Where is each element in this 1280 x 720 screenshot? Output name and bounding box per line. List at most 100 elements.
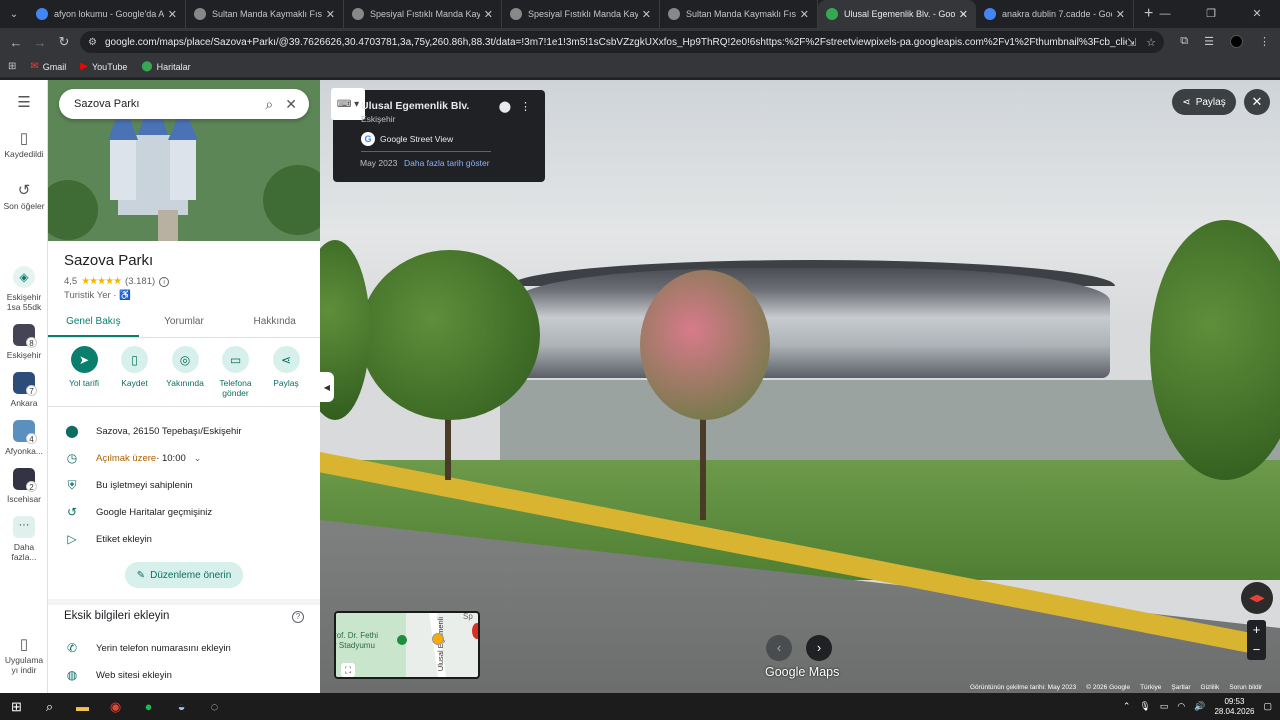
chevron-up-icon[interactable]: ⌃: [1123, 701, 1131, 712]
close-tab-icon[interactable]: ✕: [800, 8, 809, 21]
window-close-icon[interactable]: ✕: [1234, 0, 1280, 28]
mini-map[interactable]: rof. Dr. Fethi r Stadyumu Ulusal Egemenl…: [334, 611, 480, 679]
star-icon[interactable]: ☆: [1146, 36, 1156, 49]
review-count[interactable]: (3.181): [125, 276, 155, 287]
browser-tab[interactable]: Spesiyal Fıstıklı Manda Kaymak✕: [502, 0, 660, 28]
rail-recent[interactable]: ↺ Son öğeler: [0, 183, 48, 211]
add-label-row[interactable]: ▷ Etiket ekleyin: [64, 532, 308, 546]
more-dates-link[interactable]: Daha fazla tarih göster: [404, 158, 490, 168]
wifi-icon[interactable]: ◠: [1177, 701, 1185, 712]
close-tab-icon[interactable]: ✕: [168, 8, 177, 21]
bookmark-gmail[interactable]: ✉ Gmail: [30, 61, 66, 72]
add-website-row[interactable]: ◍ Web sitesi ekleyin: [64, 668, 308, 682]
maximize-icon[interactable]: ❐: [1188, 0, 1234, 28]
zoom-out-button[interactable]: −: [1247, 640, 1266, 660]
add-phone-row[interactable]: ✆ Yerin telefon numarasını ekleyin: [64, 641, 308, 655]
close-tab-icon[interactable]: ✕: [326, 8, 335, 21]
more-vert-icon[interactable]: ⋮: [520, 100, 531, 113]
location-pin-icon[interactable]: ⬤: [499, 100, 511, 113]
rail-saved[interactable]: ▯ Kaydedildi: [0, 131, 48, 159]
chrome-icon[interactable]: ◉: [99, 699, 132, 715]
share-button[interactable]: ⋖ Paylaş: [1172, 89, 1236, 115]
next-arrow-button[interactable]: ›: [806, 635, 832, 661]
media-icon[interactable]: ☰: [1204, 35, 1214, 48]
close-tab-icon[interactable]: ✕: [642, 8, 651, 21]
microphone-icon[interactable]: 🎙: [1139, 701, 1150, 712]
chevron-down-icon[interactable]: ⌄: [194, 453, 202, 464]
extensions-icon[interactable]: ⧉: [1180, 35, 1188, 48]
search-icon[interactable]: ⌕: [33, 699, 66, 715]
bookmark-youtube[interactable]: ▶ YouTube: [80, 61, 127, 72]
address-bar[interactable]: ⚙ google.com/maps/place/Sazova+Parkı/@39…: [80, 31, 1164, 53]
minimize-icon[interactable]: —: [1142, 0, 1188, 28]
zoom-in-button[interactable]: +: [1247, 620, 1266, 640]
steam-icon[interactable]: ◒: [165, 699, 198, 714]
app-icon[interactable]: ◌: [198, 699, 231, 714]
map-footer: Görüntünün çekilme tarihi: May 2023 © 20…: [970, 684, 1263, 691]
suggest-edit-button[interactable]: ✎ Düzenleme önerin: [125, 562, 243, 588]
search-icon[interactable]: ⌕: [265, 96, 273, 113]
close-tab-icon[interactable]: ✕: [959, 8, 968, 21]
pegman-icon[interactable]: [432, 633, 444, 645]
volume-icon[interactable]: 🔊: [1194, 701, 1205, 712]
rail-item-ankara[interactable]: 7 Ankara: [0, 372, 48, 408]
forward-icon[interactable]: →: [28, 35, 52, 50]
browser-tab[interactable]: anakra dublin 7.cadde - Googl ✕: [976, 0, 1134, 28]
close-tab-icon[interactable]: ✕: [484, 8, 493, 21]
apps-icon[interactable]: ⊞: [8, 61, 16, 72]
expand-icon[interactable]: ⛶: [341, 663, 355, 677]
tab-reviews[interactable]: Yorumlar: [139, 308, 230, 337]
browser-tab[interactable]: Spesiyal Fıstıklı Manda Kaymak✕: [344, 0, 502, 28]
notification-icon[interactable]: ▢: [1263, 701, 1272, 712]
profile-avatar[interactable]: [1230, 35, 1243, 48]
hours-row[interactable]: ◷ Açılmak üzere · 10:00 ⌄: [64, 451, 308, 465]
keyboard-icon[interactable]: ⌨ ▾: [331, 88, 365, 120]
browser-tab-active[interactable]: Ulusal Egemenlik Blv. - Google✕: [818, 0, 976, 28]
bookmark-maps[interactable]: ⬤ Haritalar: [141, 61, 190, 72]
file-explorer-icon[interactable]: ▬: [66, 699, 99, 714]
street-view-canvas[interactable]: ⌨ ▾ Ulusal Egemenlik Blv. Eskişehir ⬤ ⋮ G…: [320, 80, 1280, 693]
maps-history-row[interactable]: ↺ Google Haritalar geçmişiniz: [64, 505, 308, 519]
rail-install-app[interactable]: ▯ Uygulama yı indir: [0, 637, 48, 675]
site-info-icon[interactable]: ⚙: [88, 37, 97, 48]
close-street-view-button[interactable]: ✕: [1244, 89, 1270, 115]
rail-item-iscehisar[interactable]: 2 İscehisar: [0, 468, 48, 504]
clock[interactable]: 09:53 28.04.2026: [1214, 697, 1254, 717]
send-to-phone-button[interactable]: ▭ Telefona gönder: [212, 346, 260, 398]
share-button[interactable]: ⋖ Paylaş: [262, 346, 310, 398]
save-button[interactable]: ▯ Kaydet: [111, 346, 159, 398]
help-icon[interactable]: ?: [292, 611, 304, 623]
back-icon[interactable]: ←: [4, 35, 28, 50]
compass-icon[interactable]: ◀▶: [1241, 582, 1273, 614]
directions-button[interactable]: ➤ Yol tarifi: [60, 346, 108, 398]
place-photo[interactable]: Sazova Parkı ⌕ ✕: [48, 80, 320, 241]
rail-item-afyon[interactable]: 4 Afyonka...: [0, 420, 48, 456]
reload-icon[interactable]: ↻: [52, 34, 76, 50]
menu-icon[interactable]: ⋮: [1259, 35, 1270, 48]
tab-search-icon[interactable]: ⌄: [0, 0, 28, 28]
rail-item-eskisehir-route[interactable]: ◈ Eskişehir 1sa 55dk: [0, 266, 48, 312]
address-row[interactable]: ⬤ Sazova, 26150 Tepebaşı/Eskişehir: [64, 424, 308, 438]
nearby-button[interactable]: ◎ Yakınında: [161, 346, 209, 398]
rail-item-eskisehir[interactable]: 8 Eskişehir: [0, 324, 48, 360]
windows-start-icon[interactable]: ⊞: [0, 699, 33, 715]
close-tab-icon[interactable]: ✕: [1116, 8, 1125, 21]
place-panel: Sazova Parkı ⌕ ✕ Sazova Parkı 4,5 ★★★★★ …: [48, 80, 320, 693]
previous-arrow-button[interactable]: ‹: [766, 635, 792, 661]
hamburger-menu-icon[interactable]: ☰: [0, 95, 48, 113]
spotify-icon[interactable]: ●: [132, 699, 165, 714]
browser-tab[interactable]: afyon lokumu - Google'da Ara ✕: [28, 0, 186, 28]
browser-tab[interactable]: Sultan Manda Kaymaklı Fıstıklı✕: [186, 0, 344, 28]
claim-business-row[interactable]: ⛨ Bu işletmeyi sahiplenin: [64, 478, 308, 493]
collapse-panel-button[interactable]: ◀: [320, 372, 334, 402]
install-icon[interactable]: ⇲: [1127, 36, 1136, 49]
info-icon[interactable]: i: [159, 276, 170, 287]
tab-overview[interactable]: Genel Bakış: [48, 308, 139, 337]
clear-search-icon[interactable]: ✕: [285, 96, 297, 113]
rail-more[interactable]: ··· Daha fazla...: [0, 516, 48, 562]
network-icon[interactable]: ▭: [1160, 701, 1169, 712]
search-box[interactable]: Sazova Parkı ⌕ ✕: [59, 89, 309, 119]
browser-tab[interactable]: Sultan Manda Kaymaklı Fıstıklı✕: [660, 0, 818, 28]
tab-about[interactable]: Hakkında: [229, 308, 320, 337]
directions-icon: ◈: [13, 266, 35, 288]
